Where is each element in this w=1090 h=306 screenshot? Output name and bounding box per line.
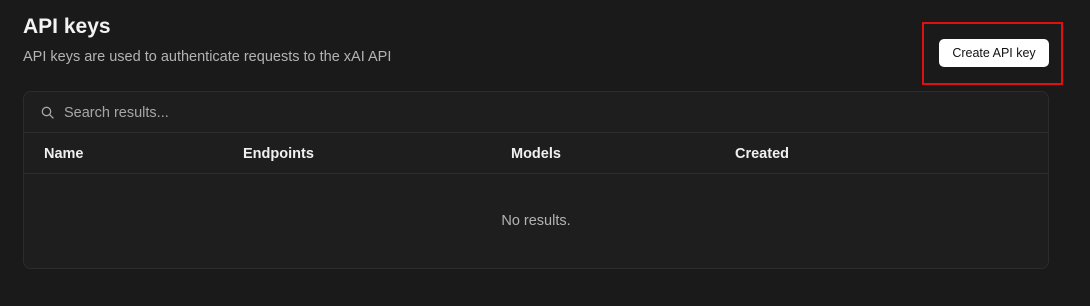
search-icon	[41, 106, 54, 119]
search-input[interactable]	[64, 102, 664, 124]
page-title: API keys	[23, 15, 111, 38]
table-header-row: Name Endpoints Models Created	[24, 133, 1048, 174]
page-subtitle: API keys are used to authenticate reques…	[23, 49, 392, 65]
empty-state-row: No results.	[24, 174, 1048, 268]
empty-state-message: No results.	[501, 213, 571, 229]
column-header-created[interactable]: Created	[735, 145, 789, 163]
search-bar	[24, 92, 1048, 133]
api-keys-table-card: Name Endpoints Models Created No results…	[23, 91, 1049, 269]
column-header-models[interactable]: Models	[511, 145, 561, 163]
api-keys-page: API keys API keys are used to authentica…	[0, 0, 1090, 306]
column-header-name[interactable]: Name	[44, 145, 84, 163]
column-header-endpoints[interactable]: Endpoints	[243, 145, 314, 163]
create-api-key-button[interactable]: Create API key	[939, 39, 1049, 67]
